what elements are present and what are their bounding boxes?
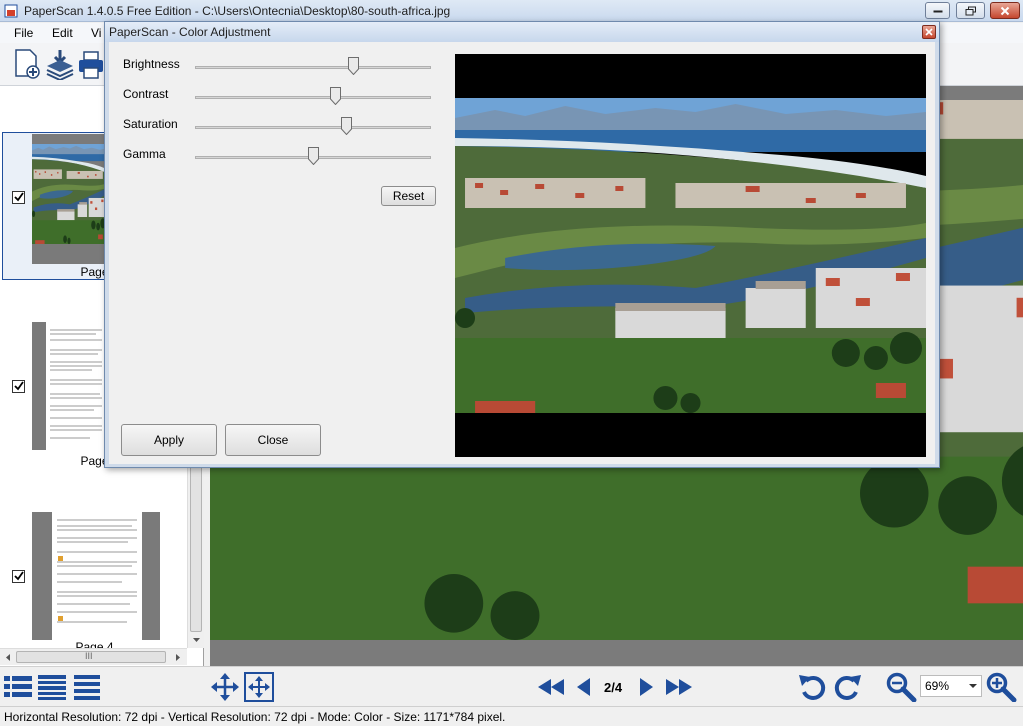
slider-contrast: Contrast: [123, 84, 433, 108]
page-indicator: 2/4: [604, 680, 623, 695]
checkmark-icon: [14, 381, 24, 391]
thumbnail-image: [32, 134, 106, 264]
previous-page-icon[interactable]: [574, 672, 594, 702]
scroll-down-icon[interactable]: [188, 633, 205, 647]
preview-photo: [455, 98, 926, 413]
slider-thumb[interactable]: [307, 147, 319, 165]
apply-button[interactable]: Apply: [121, 424, 217, 456]
preview-pane: [455, 54, 926, 457]
close-window-button[interactable]: [990, 2, 1020, 19]
menu-view[interactable]: Vi: [91, 26, 101, 40]
status-text: Horizontal Resolution: 72 dpi - Vertical…: [4, 710, 506, 724]
menu-file[interactable]: File: [14, 26, 33, 40]
rotate-left-icon[interactable]: [798, 672, 828, 702]
slider-saturation: Saturation: [123, 114, 433, 138]
slider-brightness: Brightness: [123, 54, 433, 78]
menu-edit[interactable]: Edit: [52, 26, 73, 40]
next-page-icon[interactable]: [636, 672, 656, 702]
thumbnail-checkbox[interactable]: [12, 570, 25, 583]
zoom-value: 69%: [925, 679, 950, 693]
last-page-icon[interactable]: [664, 672, 694, 702]
close-dialog-button[interactable]: Close: [225, 424, 321, 456]
thumbnails-small-icon[interactable]: [74, 672, 100, 702]
minimize-button[interactable]: [925, 2, 950, 19]
dialog-close-button[interactable]: [922, 25, 936, 39]
checkmark-icon: [14, 571, 24, 581]
window-title: PaperScan 1.4.0.5 Free Edition - C:\User…: [24, 4, 451, 18]
slider-label: Gamma: [123, 147, 166, 161]
thumbnails-medium-icon[interactable]: [38, 672, 66, 702]
slider-track[interactable]: [195, 126, 431, 129]
thumbnail-photo: [32, 134, 106, 264]
document-page-icon: [46, 322, 106, 450]
restore-icon: [965, 6, 976, 15]
slider-gamma: Gamma: [123, 144, 433, 168]
thumbnail-checkbox[interactable]: [12, 191, 25, 204]
thumbnail-checkbox[interactable]: [12, 380, 25, 393]
slider-thumb[interactable]: [330, 87, 341, 105]
slider-thumb[interactable]: [348, 57, 359, 75]
close-icon: [1000, 6, 1010, 15]
checkmark-icon: [14, 192, 24, 202]
reset-button[interactable]: Reset: [381, 186, 436, 206]
status-bar: Horizontal Resolution: 72 dpi - Vertical…: [0, 706, 1023, 726]
scan-stack-icon[interactable]: [45, 48, 75, 80]
slider-track[interactable]: [195, 66, 431, 69]
zoom-in-icon[interactable]: [985, 672, 1017, 702]
slider-label: Contrast: [123, 87, 169, 101]
thumbnails-large-icon[interactable]: [4, 672, 32, 702]
minimize-icon: [933, 10, 942, 12]
app-logo-icon: [4, 4, 18, 18]
paperscan-window: PaperScan 1.4.0.5 Free Edition - C:\User…: [0, 0, 1023, 726]
restore-button[interactable]: [956, 2, 985, 19]
new-document-icon[interactable]: [12, 48, 42, 80]
print-icon[interactable]: [78, 48, 104, 80]
dialog-title: PaperScan - Color Adjustment: [109, 25, 271, 39]
thumbnail-horizontal-scrollbar[interactable]: III: [0, 648, 187, 665]
thumbnail-image: [32, 322, 106, 450]
first-page-icon[interactable]: [536, 672, 566, 702]
zoom-dropdown[interactable]: 69%: [920, 675, 982, 697]
rotate-right-icon[interactable]: [832, 672, 862, 702]
slider-thumb[interactable]: [341, 117, 353, 135]
document-page-icon: [52, 512, 142, 640]
dialog-title-bar[interactable]: PaperScan - Color Adjustment: [105, 22, 939, 42]
pan-move-icon[interactable]: [210, 672, 240, 702]
thumbnail-page-4[interactable]: Page 4: [2, 510, 187, 654]
slider-track[interactable]: [195, 96, 431, 99]
thumbnail-image: [32, 512, 160, 640]
dialog-body: Brightness Contrast Saturation Gamma Res…: [109, 42, 935, 464]
close-icon: [925, 28, 933, 36]
zoom-out-icon[interactable]: [885, 672, 917, 702]
scroll-right-icon[interactable]: [171, 649, 185, 666]
fit-to-window-icon[interactable]: [244, 672, 274, 702]
color-adjustment-dialog: PaperScan - Color Adjustment Brightness …: [104, 21, 940, 468]
horizontal-scroll-thumb[interactable]: III: [16, 651, 166, 663]
slider-label: Saturation: [123, 117, 178, 131]
chevron-down-icon: [969, 684, 977, 688]
scroll-left-icon[interactable]: [1, 649, 15, 666]
slider-label: Brightness: [123, 57, 180, 71]
bottom-toolbar: 2/4 69%: [0, 666, 1023, 706]
scroll-grip: III: [85, 651, 93, 661]
title-bar: PaperScan 1.4.0.5 Free Edition - C:\User…: [0, 0, 1023, 22]
